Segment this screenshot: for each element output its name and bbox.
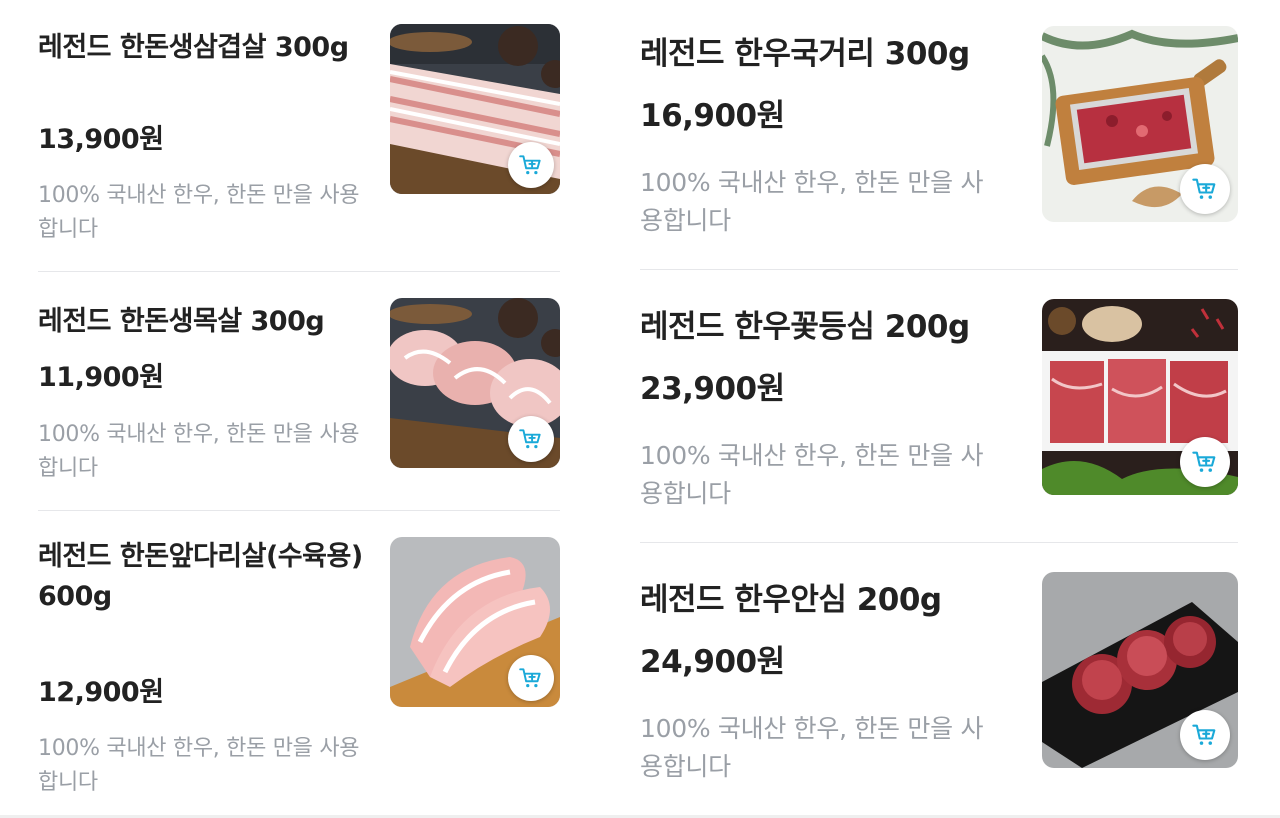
add-to-cart-button[interactable] (508, 142, 554, 188)
product-image[interactable] (390, 298, 560, 468)
add-to-cart-button[interactable] (508, 416, 554, 462)
product-price: 13,900원 (38, 124, 164, 155)
cart-plus-icon (518, 665, 544, 691)
cart-plus-icon (1191, 175, 1219, 203)
product-card[interactable]: 레전드 한돈생삼겹살 300g 13,900원 100% 국내산 한우, 한돈 … (38, 24, 560, 272)
product-name: 레전드 한돈생삼겹살 300g (38, 32, 349, 63)
product-price: 12,900원 (38, 677, 164, 708)
product-name: 레전드 한우국거리 300g (640, 36, 970, 72)
product-name: 레전드 한우안심 200g (640, 582, 942, 618)
product-description: 100% 국내산 한우, 한돈 만을 사용합니다 (640, 168, 984, 235)
product-description: 100% 국내산 한우, 한돈 만을 사용합니다 (640, 714, 984, 781)
product-name: 레전드 한돈앞다리살(수육용) 600g (38, 541, 363, 612)
product-card[interactable]: 레전드 한우꽃등심 200g 23,900원 100% 국내산 한우, 한돈 만… (640, 299, 1238, 543)
add-to-cart-button[interactable] (508, 655, 554, 701)
product-card[interactable]: 레전드 한돈생목살 300g 11,900원 100% 국내산 한우, 한돈 만… (38, 298, 560, 510)
product-card[interactable]: 레전드 한우국거리 300g 16,900원 100% 국내산 한우, 한돈 만… (640, 26, 1238, 270)
product-price: 23,900원 (640, 371, 785, 407)
cart-plus-icon (1191, 448, 1219, 476)
product-description: 100% 국내산 한우, 한돈 만을 사용합니다 (38, 422, 360, 481)
product-image[interactable] (1042, 26, 1238, 222)
divider (640, 542, 1238, 543)
cart-plus-icon (518, 426, 544, 452)
product-image[interactable] (1042, 572, 1238, 768)
product-description: 100% 국내산 한우, 한돈 만을 사용합니다 (38, 736, 360, 795)
product-description: 100% 국내산 한우, 한돈 만을 사용합니다 (38, 183, 360, 242)
product-name: 레전드 한우꽃등심 200g (640, 309, 970, 345)
add-to-cart-button[interactable] (1180, 710, 1230, 760)
divider (38, 510, 560, 511)
product-name: 레전드 한돈생목살 300g (38, 306, 325, 337)
product-image[interactable] (390, 537, 560, 707)
product-price: 16,900원 (640, 98, 785, 134)
add-to-cart-button[interactable] (1180, 437, 1230, 487)
divider (38, 271, 560, 272)
cart-plus-icon (1191, 721, 1219, 749)
product-image[interactable] (1042, 299, 1238, 495)
product-description: 100% 국내산 한우, 한돈 만을 사용합니다 (640, 441, 984, 508)
product-image[interactable] (390, 24, 560, 194)
product-price: 24,900원 (640, 644, 785, 680)
product-price: 11,900원 (38, 362, 164, 393)
divider (640, 269, 1238, 270)
product-card[interactable]: 레전드 한우안심 200g 24,900원 100% 국내산 한우, 한돈 만을… (640, 572, 1238, 818)
add-to-cart-button[interactable] (1180, 164, 1230, 214)
product-card[interactable]: 레전드 한돈앞다리살(수육용) 600g 12,900원 100% 국내산 한우… (38, 537, 560, 818)
cart-plus-icon (518, 152, 544, 178)
